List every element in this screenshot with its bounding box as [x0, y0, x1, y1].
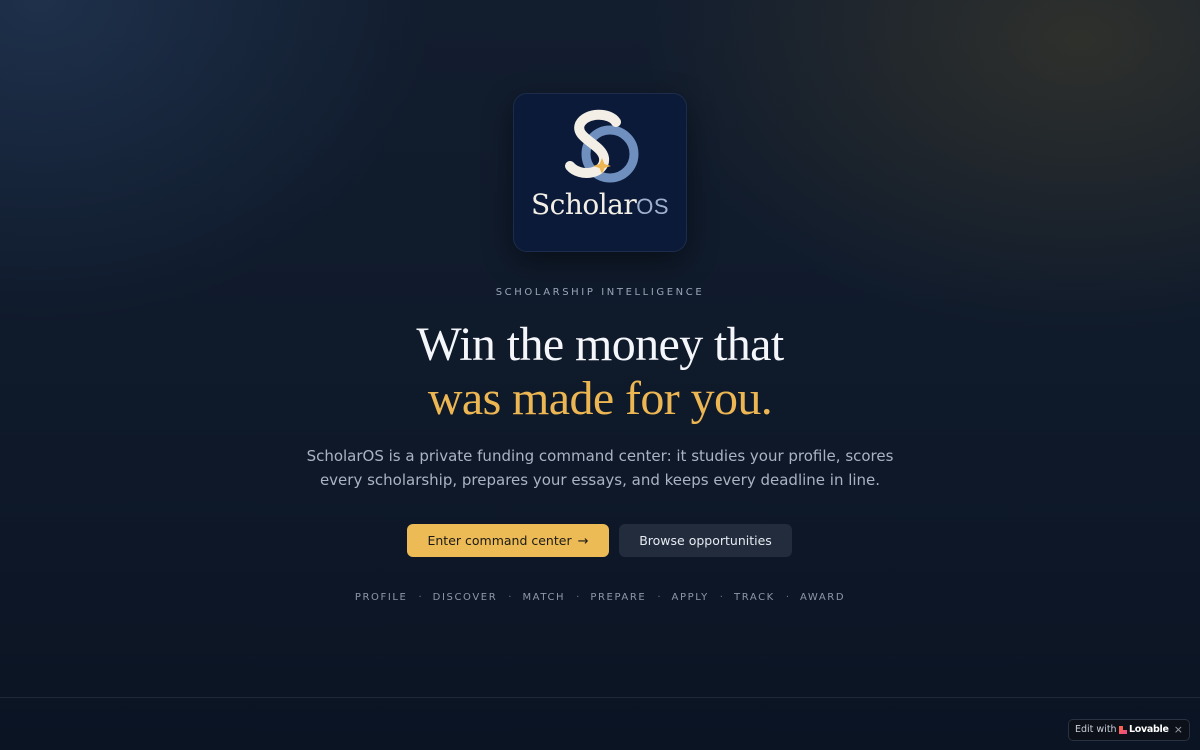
- scholaros-monogram-icon: [565, 109, 639, 183]
- step-discover: DISCOVER: [432, 592, 498, 603]
- enter-command-center-label: Enter command center: [427, 533, 572, 548]
- browse-opportunities-button[interactable]: Browse opportunities: [619, 524, 792, 557]
- workflow-steps: PROFILE · DISCOVER · MATCH · PREPARE · APPLY · TRA…: [0, 591, 1200, 605]
- step-match: MATCH: [522, 592, 566, 603]
- close-icon[interactable]: ×: [1174, 720, 1183, 740]
- lovable-brand: Lovable: [1129, 724, 1169, 735]
- hero-headline-line2: was made for you.: [427, 372, 773, 425]
- footer-divider: [0, 697, 1200, 698]
- step-track: TRACK: [733, 592, 775, 603]
- step-prepare: PREPARE: [590, 592, 647, 603]
- step-separator: ·: [508, 592, 512, 603]
- step-separator: ·: [657, 592, 661, 603]
- logo-wordmark: ScholarOS: [514, 190, 686, 224]
- step-separator: ·: [418, 592, 422, 603]
- step-separator: ·: [719, 592, 723, 603]
- logo-wordmark-secondary: OS: [636, 194, 670, 219]
- step-separator: ·: [576, 592, 580, 603]
- step-apply: APPLY: [671, 592, 709, 603]
- step-award: AWARD: [800, 592, 846, 603]
- enter-command-center-button[interactable]: Enter command center →: [407, 524, 609, 557]
- app-logo: ScholarOS: [513, 93, 687, 252]
- step-separator: ·: [785, 592, 790, 603]
- logo-wordmark-primary: Scholar: [530, 188, 637, 221]
- arrow-right-icon: →: [577, 534, 589, 549]
- hero-headline-line1: Win the money that: [416, 318, 784, 371]
- hero-eyebrow: SCHOLARSHIP INTELLIGENCE: [495, 287, 705, 298]
- lovable-heart-icon: [1119, 726, 1127, 734]
- step-profile: PROFILE: [354, 592, 408, 603]
- edit-with-label: Edit with: [1075, 724, 1117, 735]
- edit-with-lovable-badge[interactable]: Edit with Lovable ×: [1068, 719, 1190, 741]
- browse-opportunities-label: Browse opportunities: [639, 533, 772, 548]
- hero-headline: Win the money that was made for you.: [0, 318, 1200, 426]
- hero-description: ScholarOS is a private funding command c…: [306, 447, 894, 489]
